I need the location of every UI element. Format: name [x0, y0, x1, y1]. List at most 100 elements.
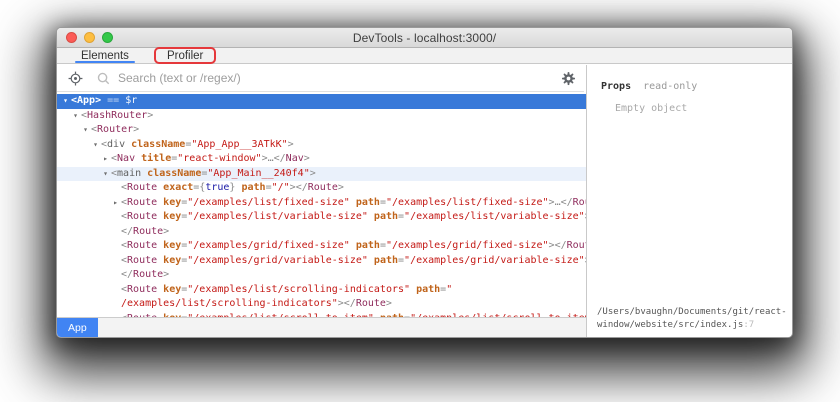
tree-segment: path: [373, 254, 399, 266]
tree-segment: Route: [355, 298, 386, 309]
tree-segment: Route: [127, 283, 158, 295]
minimize-button[interactable]: [84, 32, 95, 43]
tree-segment: >: [385, 298, 392, 309]
element-tree: ▾ <App> == $r ▾ <HashRouter> ▾ <Router> ▾ <div …: [57, 94, 586, 317]
chevron-right-icon[interactable]: ▸: [100, 152, 111, 167]
tree-row[interactable]: <Route key="/examples/list/variable-size…: [57, 210, 586, 225]
chevron-down-icon[interactable]: ▾: [100, 167, 111, 182]
tree-segment: $r: [125, 95, 138, 106]
tree-segment: className: [147, 167, 202, 179]
tree-segment: "App_Main__240f4": [207, 167, 310, 179]
tree-row[interactable]: ▾ <HashRouter>: [57, 109, 586, 124]
screenshot-stage: DevTools - localhost:3000/ Elements Prof…: [0, 0, 840, 402]
tree-segment: >: [309, 167, 316, 179]
tree-row[interactable]: <Route exact={true} path="/"></Route>: [57, 181, 586, 196]
tree-row[interactable]: <Route key="/examples/grid/fixed-size" p…: [57, 239, 586, 254]
tree-segment: ": [446, 283, 453, 295]
inspect-target-icon[interactable]: [67, 70, 83, 86]
tree-segment: key: [163, 283, 182, 295]
tree-segment: <App>: [71, 95, 102, 106]
chevron-down-icon[interactable]: ▾: [70, 109, 81, 124]
source-line-number: :7: [743, 320, 755, 330]
chevron-down-icon[interactable]: ▾: [90, 138, 101, 153]
tree-segment: exact: [163, 182, 194, 193]
gear-icon[interactable]: [560, 70, 576, 86]
tree-segment: >: [303, 153, 310, 164]
chevron-down-icon[interactable]: ▾: [60, 94, 71, 109]
tree-segment: "/examples/grid/variable-size": [404, 254, 585, 266]
tree-segment: path: [355, 196, 380, 208]
tab-elements[interactable]: Elements: [73, 48, 137, 63]
tree-segment: Route: [127, 182, 158, 193]
tree-segment: path: [241, 182, 266, 193]
tree-segment: "/examples/list/fixed-size": [385, 196, 549, 208]
tree-segment: >: [163, 269, 170, 280]
tree-segment: Route: [133, 225, 164, 237]
tab-profiler[interactable]: Profiler: [153, 47, 217, 64]
tree-segment: </: [121, 225, 134, 237]
tree-segment: "/examples/grid/fixed-size": [187, 240, 350, 251]
tree-segment: "/examples/list/scrolling-indicators": [187, 283, 411, 295]
tree-row[interactable]: <Route key="/examples/grid/variable-size…: [57, 254, 586, 269]
tree-segment: Route: [566, 240, 586, 251]
tree-segment: Route: [127, 211, 158, 222]
breadcrumb-item[interactable]: App: [57, 318, 98, 337]
search-input[interactable]: [118, 71, 552, 85]
tree-segment: >: [133, 124, 140, 135]
tree-row[interactable]: <Route key="/examples/list/scrolling-ind…: [57, 283, 586, 298]
tree-segment: ></: [548, 240, 567, 251]
source-path[interactable]: /Users/bvaughn/Documents/git/react-windo…: [597, 306, 791, 332]
tree-segment: className: [131, 138, 186, 150]
tree-segment: "react-window": [177, 153, 262, 164]
tree-segment: Route: [127, 254, 158, 266]
tree-segment: </: [560, 196, 573, 208]
tree-segment: Route: [127, 240, 158, 251]
close-button[interactable]: [66, 32, 77, 43]
props-empty-value: Empty object: [615, 103, 688, 114]
active-tab-underline: [75, 61, 135, 63]
chevron-right-icon[interactable]: ▸: [110, 196, 121, 211]
props-title: Props: [601, 81, 632, 92]
tree-segment: ={: [193, 182, 206, 193]
tree-segment: "/examples/list/variable-size": [404, 211, 585, 222]
props-pane: Props read-only Empty object /Users/bvau…: [587, 65, 792, 337]
tree-segment: div: [107, 138, 126, 150]
tree-segment: key: [163, 196, 182, 208]
search-icon: [95, 70, 111, 86]
tree-segment: true: [205, 182, 230, 193]
tree-segment: </: [121, 269, 134, 280]
tab-bar: Elements Profiler: [57, 47, 792, 64]
tree-segment: Route: [572, 196, 586, 208]
tree-row[interactable]: ▾ <main className="App_Main__240f4">: [57, 166, 586, 182]
tree-row[interactable]: </Route>: [57, 268, 586, 283]
search-toolbar: [57, 65, 584, 92]
tree-segment: Route: [127, 196, 158, 208]
tree-segment: key: [163, 240, 182, 251]
tree-segment: Router: [97, 124, 134, 135]
tree-row[interactable]: ▾ <Router>: [57, 123, 586, 138]
devtools-window: DevTools - localhost:3000/ Elements Prof…: [56, 27, 793, 338]
elements-pane: ▾ <App> == $r ▾ <HashRouter> ▾ <Router> ▾ <div …: [57, 92, 586, 337]
tree-segment: path: [373, 211, 399, 222]
tree-row[interactable]: ▸ <Nav title="react-window">…</Nav>: [57, 152, 586, 167]
props-header: Props read-only: [601, 81, 792, 92]
title-bar[interactable]: DevTools - localhost:3000/: [57, 28, 792, 48]
tree-segment: "App_App__3ATkK": [191, 138, 288, 150]
tree-row[interactable]: ▾ <App> == $r: [57, 94, 586, 109]
tree-segment: "/examples/grid/variable-size": [187, 254, 368, 266]
tree-row[interactable]: ▾ <div className="App_App__3ATkK">: [57, 138, 586, 153]
chevron-down-icon[interactable]: ▾: [80, 123, 91, 138]
tree-row[interactable]: </Route>: [57, 225, 586, 240]
zoom-button[interactable]: [102, 32, 113, 43]
tree-segment: "/": [271, 182, 290, 193]
tree-row[interactable]: /examples/list/scrolling-indicators"></R…: [57, 297, 586, 312]
tree-segment: >: [147, 109, 154, 121]
source-path-text: /Users/bvaughn/Documents/git/react-windo…: [597, 307, 787, 330]
tree-segment: key: [163, 211, 182, 222]
traffic-lights: [66, 32, 113, 43]
tree-segment: "/examples/list/fixed-size": [187, 196, 350, 208]
tree-segment: Route: [133, 269, 164, 280]
tree-segment: "/examples/list/variable-size": [187, 211, 368, 222]
tree-segment: Nav: [117, 153, 136, 164]
tree-row[interactable]: ▸ <Route key="/examples/list/fixed-size" …: [57, 196, 586, 211]
